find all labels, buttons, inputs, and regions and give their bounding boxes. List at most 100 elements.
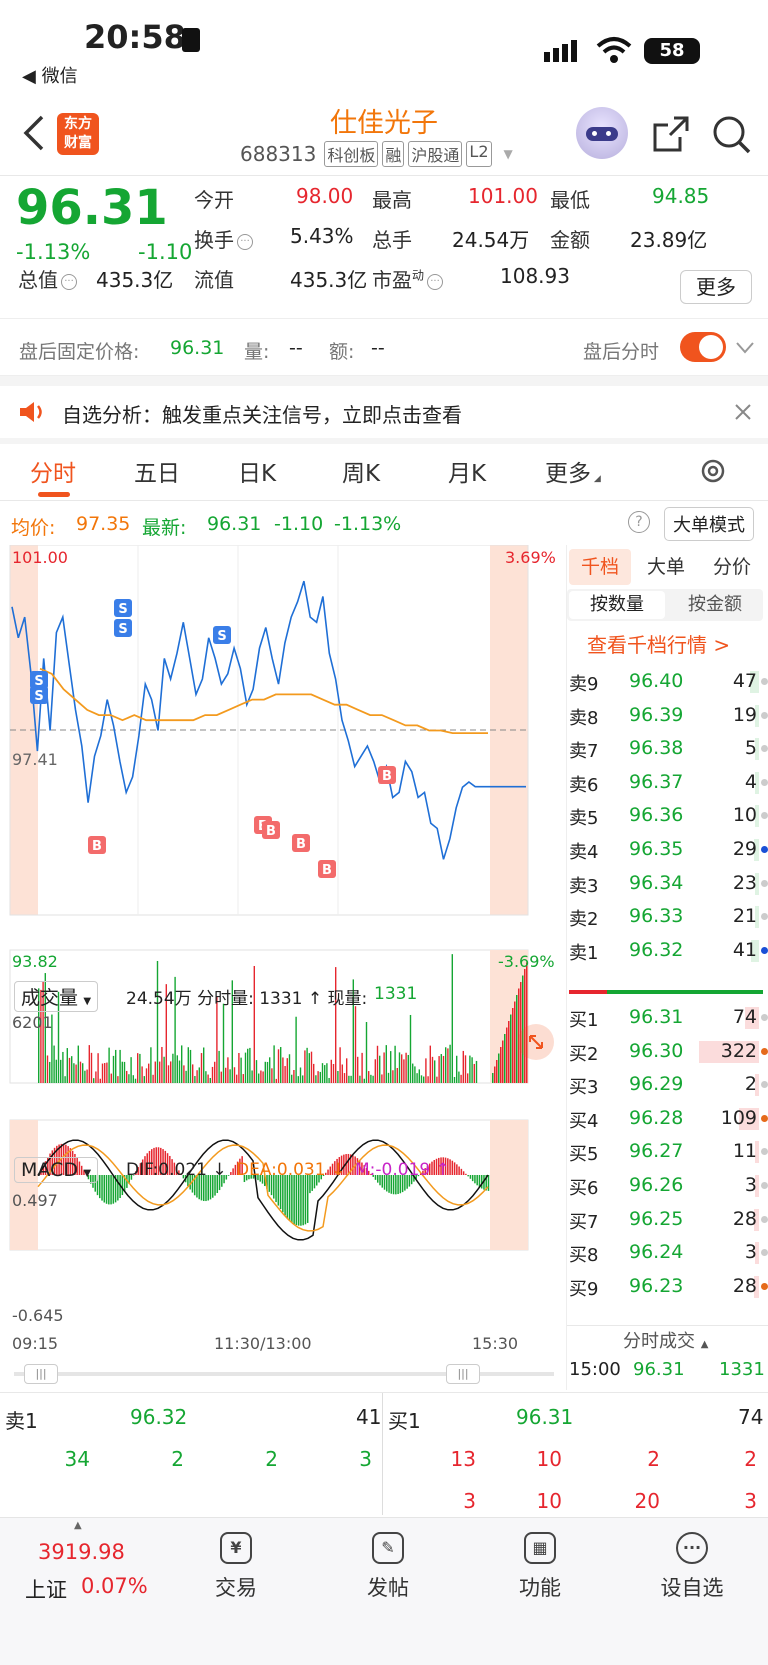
ask-row[interactable]: 卖9 96.40 47 [567,667,768,697]
tab-five-day[interactable]: 五日 [134,454,180,488]
notice-bar[interactable]: 自选分析：触发重点关注信号，立即点击查看 [0,386,768,438]
volume-bar [115,1049,117,1083]
volume-bar [185,1070,187,1083]
quote-field-label-text: 总手 [372,228,412,252]
help-icon[interactable]: ? [628,511,650,533]
volume-bar [458,1071,460,1083]
range-handle-left[interactable]: ||| [24,1364,58,1384]
bid-row[interactable]: 买5 96.27 11 [567,1137,768,1167]
volume-bar [425,1058,427,1083]
info-icon[interactable]: ··· [427,273,444,290]
buy-order: 10 [536,1447,562,1471]
level-price: 96.23 [629,1274,684,1297]
quote-field-label: 总值 ··· [18,264,77,293]
full-depth-link[interactable]: 查看千档行情 > [587,629,730,658]
ask-row[interactable]: 卖5 96.36 10 [567,801,768,831]
volume-bar [55,1059,57,1083]
info-icon[interactable]: ··· [61,273,77,290]
after-hours-toggle[interactable] [680,332,726,362]
volume-bar [110,1073,112,1083]
level-volume: 3 [744,1241,757,1264]
search-icon[interactable] [712,115,752,159]
queue-sell-price: 96.32 [130,1405,188,1429]
bottom-item-2[interactable]: ▦ 功能 [500,1532,580,1612]
depth-tab-0[interactable]: 千档 [569,549,631,585]
intraday-chart[interactable]: SSSSSBBBBBB [0,545,565,1345]
bid-row[interactable]: 买1 96.31 74 [567,1003,768,1033]
close-icon[interactable] [734,403,752,425]
depth-tab-2[interactable]: 分价 [701,549,763,585]
level-volume: 74 [732,1006,757,1028]
volume-bar [473,1063,475,1083]
dropdown-arrow-icon[interactable]: ▼ [504,147,513,161]
tab-timeshare[interactable]: 分时 [30,454,76,488]
tab-day-k[interactable]: 日K [238,454,276,488]
subtab-by-amount[interactable]: 按金额 [667,591,763,619]
last-pct: -1.13% [334,513,402,535]
bottom-item-1[interactable]: ✎ 发帖 [348,1532,428,1612]
info-icon[interactable]: ··· [237,233,253,250]
level-volume: 5 [744,737,757,760]
trade-title[interactable]: 分时成交 ▲ [623,1327,708,1353]
volume-bar [194,1076,196,1083]
volume-bar [271,1068,273,1083]
ask-row[interactable]: 卖6 96.37 4 [567,768,768,798]
share-icon[interactable] [652,115,690,157]
bottom-item-0[interactable]: ¥ 交易 [196,1532,276,1612]
ask-row[interactable]: 卖8 96.39 19 [567,701,768,731]
big-order-button[interactable]: 大单模式 [664,507,754,541]
ask-row[interactable]: 卖4 96.35 29 [567,835,768,865]
volume-bar [139,1053,141,1083]
more-button[interactable]: 更多 [680,270,752,304]
bid-row[interactable]: 买3 96.29 2 [567,1070,768,1100]
volume-bar [297,1076,299,1083]
volume-bar [167,1065,170,1083]
bid-row[interactable]: 买7 96.25 28 [567,1205,768,1235]
quote-panel: 96.31 -1.13% -1.10 今开 98.00 最高 101.00 最低 94.8… [0,176,768,316]
depth-tab-1[interactable]: 大单 [635,549,697,585]
volume-bar [128,1074,130,1083]
range-scrollbar[interactable]: ||| ||| [14,1364,554,1384]
ask-row[interactable]: 卖1 96.32 41 [567,936,768,966]
ask-row[interactable]: 卖7 96.38 5 [567,734,768,764]
last-price: 96.31 [16,180,168,236]
volume-bar [368,1071,370,1083]
add-watchlist-icon: ··· [676,1532,708,1564]
volume-bar [376,1045,379,1083]
order-dot [761,812,768,820]
bid-row[interactable]: 买4 96.28 109 [567,1104,768,1134]
buy-signal-marker: B [318,860,336,878]
tab-week-k[interactable]: 周K [342,454,380,488]
volume-select[interactable]: 成交量 ▼ [14,981,99,1012]
bottom-item-3[interactable]: ··· 设自选 [652,1532,732,1612]
index-value[interactable]: 3919.98 [38,1540,125,1564]
volume-bar [471,1057,473,1083]
back-to-app-link[interactable]: ◀ 微信 [22,62,78,88]
volume-bar [62,1051,64,1083]
bid-row[interactable]: 买2 96.30 322 [567,1037,768,1067]
volume-bar [277,1049,280,1083]
bid-row[interactable]: 买6 96.26 3 [567,1171,768,1201]
chevron-down-icon[interactable] [736,339,754,358]
range-handle-right[interactable]: ||| [446,1364,480,1384]
volume-bar [442,1055,445,1083]
ask-row[interactable]: 卖2 96.33 21 [567,902,768,932]
volume-bar [414,1066,416,1083]
tab-month-k[interactable]: 月K [448,454,486,488]
subtab-by-volume[interactable]: 按数量 [569,591,665,619]
assistant-avatar[interactable] [576,107,628,159]
macd-select[interactable]: MACD ▼ [14,1157,99,1183]
expand-icon[interactable] [518,1024,554,1060]
sell-order: 34 [64,1447,90,1471]
queue-buy-total: 74 [738,1405,764,1429]
bid-row[interactable]: 买8 96.24 3 [567,1238,768,1268]
chart-low-label: 93.82 [12,952,58,971]
bid-row[interactable]: 买9 96.23 28 [567,1272,768,1302]
ask-row[interactable]: 卖3 96.34 23 [567,869,768,899]
tab-more[interactable]: 更多 ◢ [545,454,601,488]
level-label: 买7 [569,1211,599,1233]
settings-icon[interactable] [698,456,728,490]
tab-label: 日K [238,461,277,487]
volume-bar [275,1078,277,1083]
volume-bar [427,1076,429,1083]
